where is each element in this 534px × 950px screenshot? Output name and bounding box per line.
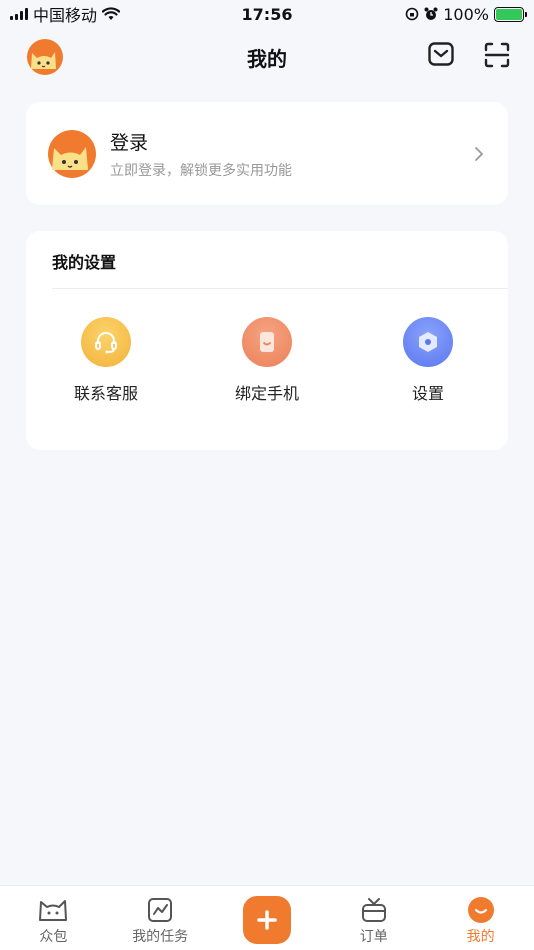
add-button[interactable] <box>242 896 291 944</box>
cat-avatar-icon <box>48 129 96 178</box>
tab-my-tasks[interactable]: 我的任务 <box>107 886 213 950</box>
battery-icon <box>494 6 527 22</box>
hexagon-settings-icon <box>419 332 437 352</box>
setting-label: 绑定手机 <box>234 384 299 403</box>
cat-avatar-icon <box>27 39 63 75</box>
signal-icon <box>10 8 28 20</box>
login-title: 登录 <box>110 131 149 154</box>
page-title: 我的 <box>247 46 287 71</box>
tab-crowdsource[interactable]: 众包 <box>0 886 106 950</box>
avatar[interactable] <box>27 39 63 75</box>
tab-add[interactable] <box>214 886 320 950</box>
alarm-icon <box>424 7 438 20</box>
bind-phone-button[interactable]: 绑定手机 <box>187 317 347 404</box>
setting-label: 联系客服 <box>73 384 138 403</box>
settings-card: 我的设置 联系客服 绑定手机 设置 <box>26 231 508 450</box>
login-subtitle: 立即登录，解锁更多实用功能 <box>110 162 292 179</box>
settings-button[interactable]: 设置 <box>348 317 508 404</box>
tab-mine[interactable]: 我的 <box>428 886 534 950</box>
chevron-right-icon <box>475 146 483 161</box>
status-bar: 中国移动 17:56 100% <box>0 0 534 28</box>
tab-orders[interactable]: 订单 <box>321 886 427 950</box>
chart-icon <box>148 898 173 922</box>
smile-circle-icon <box>467 897 494 923</box>
tab-label: 我的任务 <box>132 929 189 945</box>
headset-icon <box>95 332 117 354</box>
rotation-lock-icon <box>405 7 419 21</box>
tab-label: 我的 <box>466 929 495 945</box>
tab-label: 众包 <box>39 929 68 945</box>
tab-bar: 众包 我的任务 订单 我的 <box>0 885 534 950</box>
phone-icon <box>260 332 274 352</box>
header: 我的 <box>0 32 534 82</box>
plus-icon <box>257 910 277 930</box>
login-card[interactable]: 登录 立即登录，解锁更多实用功能 <box>26 102 508 205</box>
message-icon[interactable] <box>428 42 454 66</box>
scan-icon[interactable] <box>484 42 510 68</box>
tv-box-icon <box>361 898 386 922</box>
tab-label: 订单 <box>359 929 388 945</box>
contact-service-button[interactable]: 联系客服 <box>26 317 186 404</box>
wifi-icon <box>102 7 121 20</box>
cat-outline-icon <box>39 900 68 921</box>
battery-percent: 100% <box>443 4 489 24</box>
settings-title: 我的设置 <box>52 253 117 272</box>
carrier-label: 中国移动 <box>33 6 98 25</box>
setting-label: 设置 <box>411 384 444 403</box>
